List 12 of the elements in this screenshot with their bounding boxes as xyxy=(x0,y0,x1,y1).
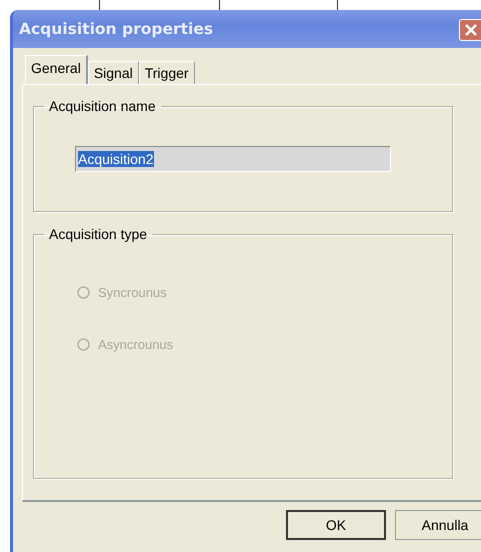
field-value: Acquisition2 xyxy=(78,151,154,167)
name-field[interactable]: Acquisition2 xyxy=(75,146,391,172)
dialog-button[interactable]: OK xyxy=(286,510,386,540)
group-title: Acquisition name xyxy=(48,98,157,114)
tab[interactable]: Trigger xyxy=(138,61,195,84)
tab[interactable]: General xyxy=(25,55,88,84)
tab[interactable]: Signal xyxy=(88,61,139,84)
close-icon xyxy=(464,23,478,37)
group-title: Acquisition type xyxy=(48,226,148,242)
window-title: Acquisition properties xyxy=(19,20,214,38)
close-button[interactable] xyxy=(459,19,481,41)
dialog-button[interactable]: Annulla xyxy=(395,510,481,540)
